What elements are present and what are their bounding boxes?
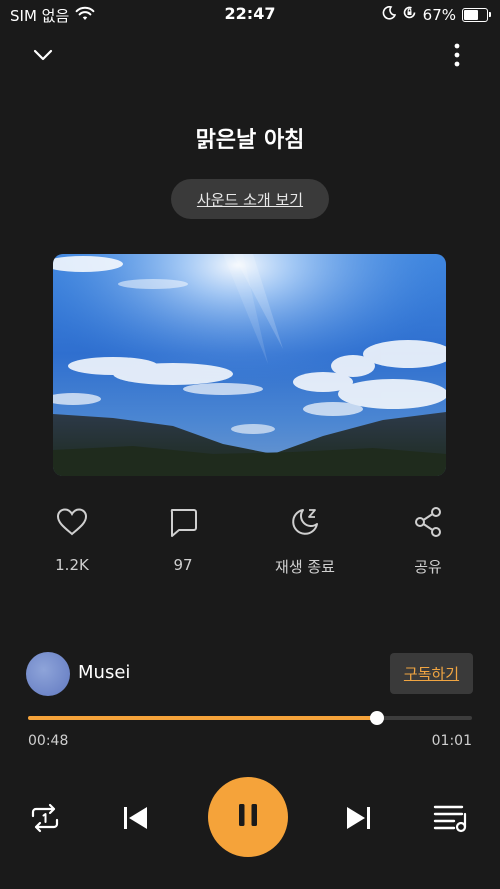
progress-slider[interactable]	[28, 711, 472, 725]
comment-count: 97	[173, 556, 193, 574]
sleep-timer-label: 재생 종료	[275, 558, 335, 576]
sleep-timer-icon[interactable]	[260, 505, 350, 539]
share-icon[interactable]	[383, 505, 473, 539]
like-action[interactable]: 1.2K	[27, 505, 117, 574]
battery-fill	[464, 9, 479, 20]
share-action[interactable]: 공유	[383, 505, 473, 577]
comment-action[interactable]: 97	[138, 505, 228, 574]
share-label: 공유	[414, 558, 442, 576]
status-right: 67%	[382, 5, 491, 24]
heart-icon[interactable]	[27, 505, 117, 539]
track-title: 맑은날 아침	[195, 128, 305, 153]
playlist-icon[interactable]	[432, 798, 472, 838]
chevron-down-icon[interactable]	[28, 40, 58, 70]
subscribe-button[interactable]: 구독하기	[390, 653, 473, 694]
artist-name[interactable]: Musei	[78, 662, 130, 683]
next-icon[interactable]	[339, 798, 379, 838]
current-time: 00:48	[28, 733, 69, 749]
subscribe-label: 구독하기	[403, 665, 460, 683]
sound-intro-label: 사운드 소개 보기	[196, 190, 304, 209]
previous-icon[interactable]	[115, 798, 155, 838]
progress-knob[interactable]	[370, 711, 385, 725]
moon-icon	[382, 5, 396, 24]
battery-icon	[462, 7, 491, 22]
comment-icon[interactable]	[138, 505, 228, 539]
sleep-timer-action[interactable]: 재생 종료	[260, 505, 350, 577]
battery-tip	[489, 11, 491, 17]
landscape-sky-image	[53, 254, 446, 476]
total-time: 01:01	[431, 733, 472, 749]
cover-image	[53, 254, 446, 476]
repeat-one-icon[interactable]	[25, 798, 65, 838]
battery-percent: 67%	[422, 5, 456, 24]
avatar[interactable]	[26, 652, 70, 696]
like-count: 1.2K	[55, 556, 89, 574]
pause-button[interactable]	[208, 777, 288, 857]
more-vertical-icon[interactable]	[442, 40, 472, 70]
rotation-lock-icon	[402, 5, 417, 24]
status-bar: SIM 없음 22:47 67%	[0, 0, 500, 30]
sound-intro-button[interactable]: 사운드 소개 보기	[171, 179, 329, 219]
progress-fill	[28, 716, 378, 720]
pause-icon[interactable]	[233, 800, 263, 834]
